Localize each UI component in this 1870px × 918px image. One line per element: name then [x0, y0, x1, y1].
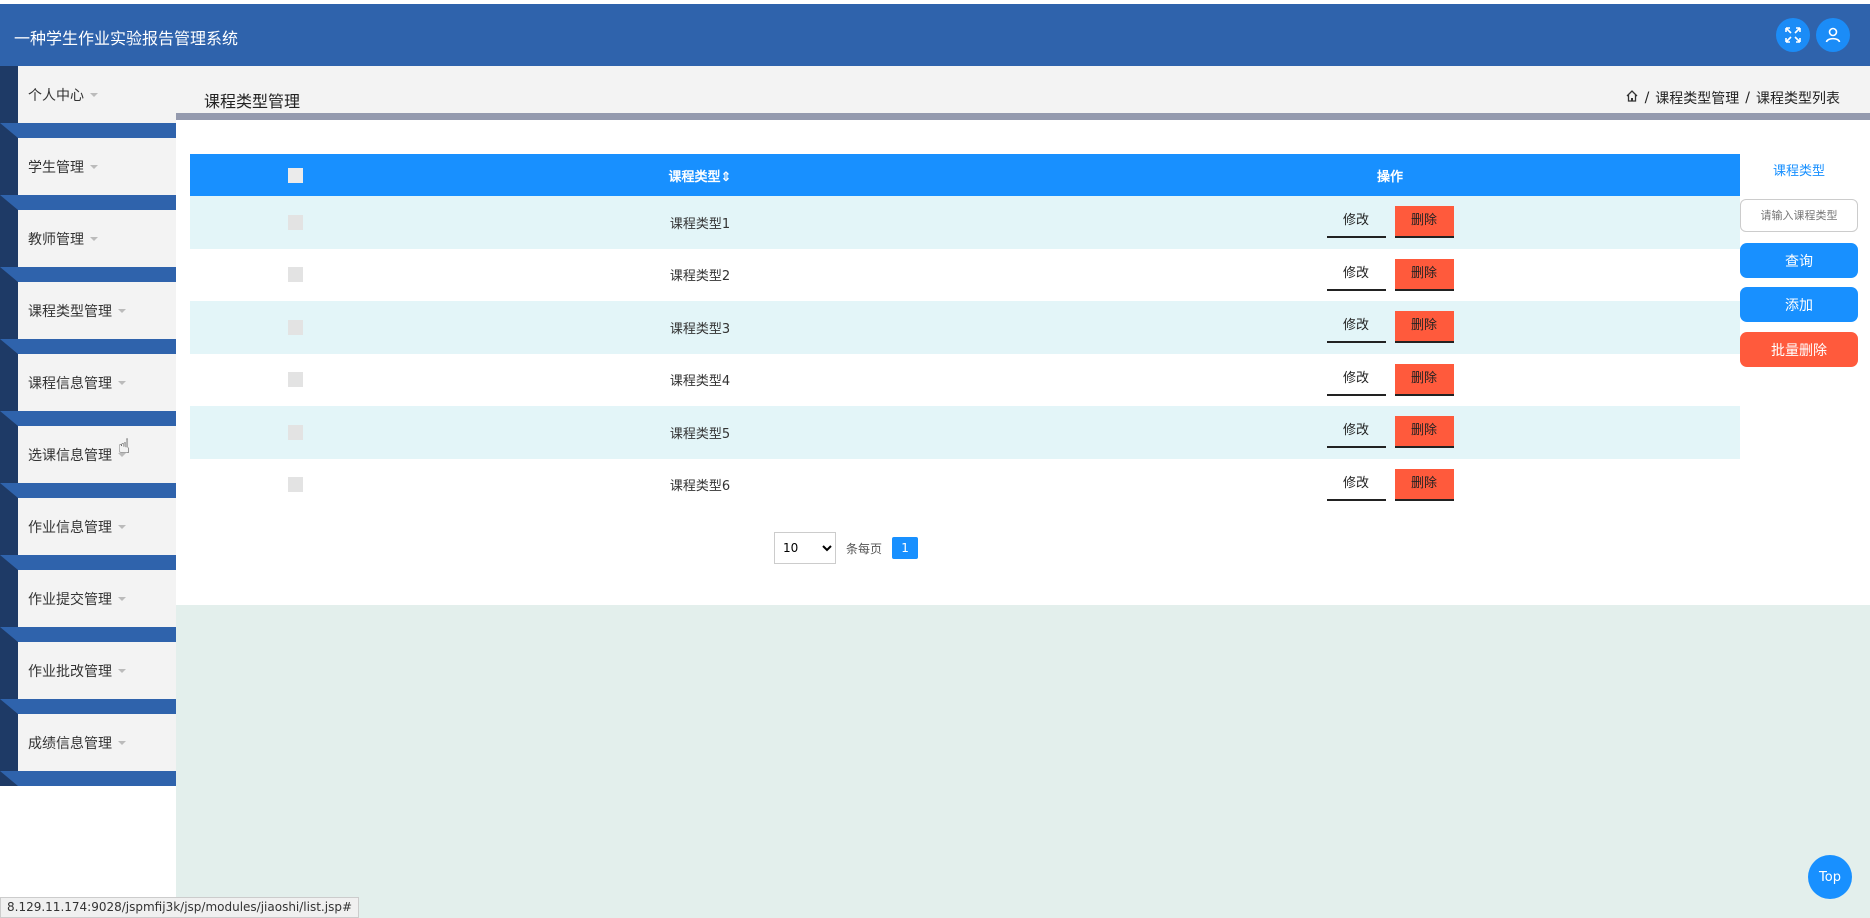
caret-down-icon: [118, 524, 126, 529]
app-title: 一种学生作业实验报告管理系统: [14, 29, 239, 48]
row-checkbox[interactable]: [287, 267, 303, 283]
page-number-button[interactable]: 1: [892, 537, 919, 559]
sidebar-item-course-types[interactable]: 课程类型管理: [0, 282, 176, 354]
sidebar-item-label: 作业提交管理: [28, 591, 112, 608]
edit-button[interactable]: 修改: [1326, 311, 1386, 344]
course-type-table: 课程类型⇕ 操作 课程类型1 修改 删除 课程类型2 修改 删除 课程类型3 修改 删除 课…: [190, 154, 1740, 511]
table-row: 课程类型4 修改 删除: [190, 353, 1740, 406]
row-checkbox[interactable]: [287, 477, 303, 493]
pagination: 10 条每页 1: [774, 532, 919, 564]
add-button[interactable]: 添加: [1740, 287, 1858, 322]
sidebar-item-personal-center[interactable]: 个人中心: [0, 66, 176, 138]
sidebar-item-students[interactable]: 学生管理: [0, 138, 176, 210]
sidebar-item-label: 课程类型管理: [28, 303, 112, 320]
breadcrumb-item[interactable]: 课程类型管理: [1655, 88, 1739, 108]
course-type-cell: 课程类型6: [669, 479, 731, 495]
course-type-cell: 课程类型1: [669, 216, 731, 232]
sidebar-item-label: 作业批改管理: [28, 663, 112, 680]
caret-down-icon: [118, 308, 126, 313]
caret-down-icon: [118, 740, 126, 745]
course-type-search-input[interactable]: [1740, 199, 1858, 232]
course-type-cell: 课程类型2: [669, 269, 731, 285]
table-row: 课程类型2 修改 删除: [190, 248, 1740, 301]
delete-button[interactable]: 删除: [1394, 468, 1454, 501]
sidebar-item-scores[interactable]: 成绩信息管理: [0, 714, 176, 786]
content-footer-area: [176, 605, 1870, 918]
sort-icon[interactable]: ⇕: [721, 170, 732, 185]
table-row: 课程类型5 修改 删除: [190, 406, 1740, 459]
table-row: 课程类型6 修改 删除: [190, 458, 1740, 511]
status-url: 8.129.11.174:9028/jspmfij3k/jsp/modules/…: [0, 897, 359, 918]
delete-button[interactable]: 删除: [1394, 363, 1454, 396]
query-button[interactable]: 查询: [1740, 243, 1858, 278]
breadcrumb-separator: /: [1644, 90, 1650, 106]
home-icon[interactable]: [1625, 89, 1639, 107]
sidebar-item-homework-grading[interactable]: 作业批改管理: [0, 642, 176, 714]
caret-down-icon: [118, 380, 126, 385]
edit-button[interactable]: 修改: [1326, 416, 1386, 449]
sidebar-item-label: 学生管理: [28, 159, 84, 176]
sidebar-item-label: 选课信息管理: [28, 447, 112, 464]
breadcrumb: / 课程类型管理 / 课程类型列表: [1625, 88, 1840, 108]
course-type-cell: 课程类型4: [669, 374, 731, 390]
delete-button[interactable]: 删除: [1394, 311, 1454, 344]
back-to-top-button[interactable]: Top: [1808, 855, 1852, 899]
sidebar-item-label: 成绩信息管理: [28, 735, 112, 752]
batch-delete-button[interactable]: 批量删除: [1740, 332, 1858, 367]
edit-button[interactable]: 修改: [1326, 469, 1386, 501]
sidebar-item-label: 课程信息管理: [28, 375, 112, 392]
search-label: 课程类型: [1772, 164, 1825, 179]
edit-button[interactable]: 修改: [1326, 364, 1386, 396]
fullscreen-icon[interactable]: [1776, 18, 1810, 52]
row-checkbox[interactable]: [287, 372, 303, 388]
breadcrumb-separator: /: [1745, 90, 1750, 106]
sidebar-item-homework-submission[interactable]: 作业提交管理: [0, 570, 176, 642]
column-header-course-type[interactable]: 课程类型⇕: [400, 154, 1000, 196]
hand-cursor-icon: ☝: [118, 434, 131, 458]
table-row: 课程类型1 修改 删除: [190, 196, 1740, 249]
sidebar-item-teachers[interactable]: 教师管理: [0, 210, 176, 282]
table-header-row: 课程类型⇕ 操作: [190, 154, 1740, 196]
user-icon[interactable]: [1816, 18, 1850, 52]
sidebar-item-homework-info[interactable]: 作业信息管理: [0, 498, 176, 570]
course-type-cell: 课程类型5: [669, 426, 731, 442]
row-checkbox[interactable]: [287, 319, 303, 335]
caret-down-icon: [118, 596, 126, 601]
row-checkbox[interactable]: [287, 214, 303, 230]
table-row: 课程类型3 修改 删除: [190, 301, 1740, 354]
sidebar-item-course-info[interactable]: 课程信息管理: [0, 354, 176, 426]
page-size-select[interactable]: 10: [774, 532, 836, 564]
column-header-action: 操作: [1376, 169, 1403, 185]
delete-button[interactable]: 删除: [1394, 206, 1454, 239]
row-checkbox[interactable]: [287, 424, 303, 440]
caret-down-icon: [118, 668, 126, 673]
sidebar-item-course-selection[interactable]: 选课信息管理: [0, 426, 176, 498]
main-content: 课程类型⇕ 操作 课程类型1 修改 删除 课程类型2 修改 删除 课程类型3 修改 删除 课…: [176, 127, 1870, 605]
content-header: 课程类型管理 / 课程类型管理 / 课程类型列表: [176, 66, 1870, 120]
edit-button[interactable]: 修改: [1326, 259, 1386, 291]
page-title: 课程类型管理: [204, 92, 301, 111]
per-page-label: 条每页: [846, 541, 883, 556]
course-type-cell: 课程类型3: [669, 321, 731, 337]
sidebar: 个人中心 学生管理 教师管理 课程类型管理 课程信息管理 选课信息管理 作业信息…: [0, 66, 176, 918]
breadcrumb-item: 课程类型列表: [1756, 91, 1840, 107]
caret-down-icon: [90, 164, 98, 169]
delete-button[interactable]: 删除: [1394, 416, 1454, 449]
sidebar-item-label: 作业信息管理: [28, 519, 112, 536]
sidebar-item-label: 教师管理: [28, 231, 84, 248]
top-bar: 一种学生作业实验报告管理系统: [0, 4, 1870, 66]
caret-down-icon: [90, 236, 98, 241]
select-all-checkbox[interactable]: [287, 167, 303, 183]
delete-button[interactable]: 删除: [1394, 258, 1454, 291]
sidebar-item-label: 个人中心: [28, 87, 84, 104]
caret-down-icon: [90, 92, 98, 97]
edit-button[interactable]: 修改: [1326, 206, 1386, 239]
